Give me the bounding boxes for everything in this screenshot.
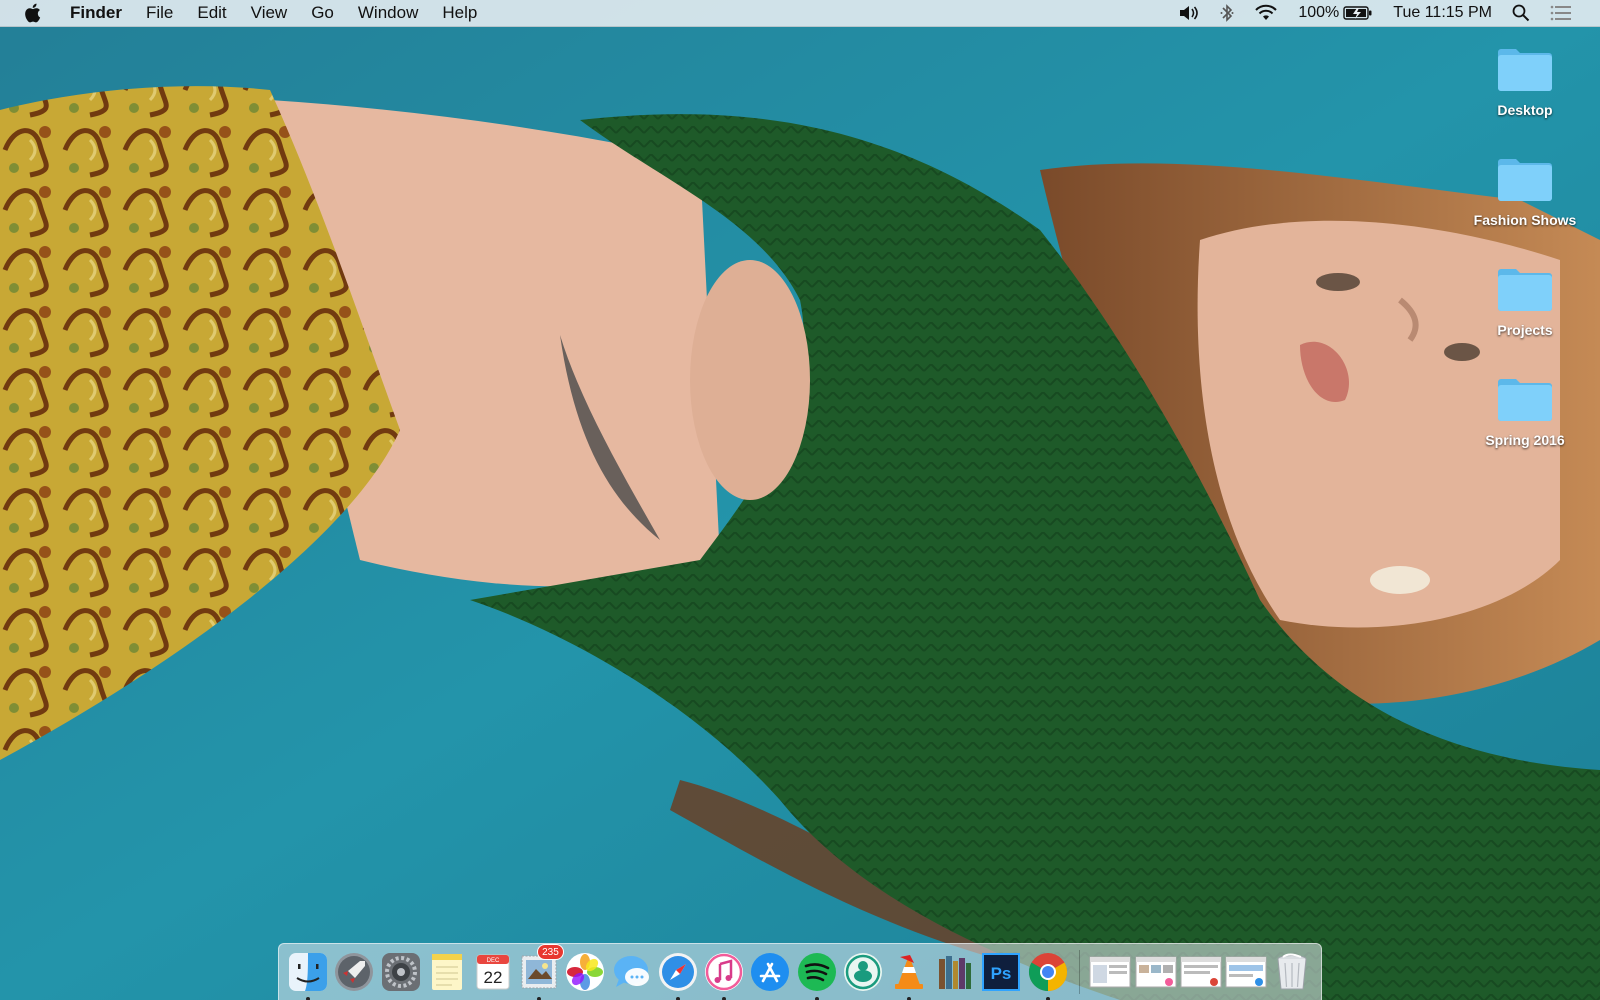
- menu-go[interactable]: Go: [299, 0, 346, 26]
- notes-icon: [431, 954, 462, 990]
- window-thumbnail-icon: [1089, 956, 1131, 988]
- clock[interactable]: Tue 11:15 PM: [1383, 0, 1502, 26]
- menu-window[interactable]: Window: [346, 0, 430, 26]
- gear-icon: [381, 953, 420, 991]
- folder-icon: [1498, 379, 1552, 421]
- menu-bar: Finder File Edit View Go Window Help 100…: [0, 0, 1600, 27]
- chrome-icon: [1028, 953, 1067, 992]
- dock-spotify[interactable]: [794, 949, 839, 1000]
- desktop-wallpaper: [0, 0, 1600, 1000]
- menu-bar-status: 100% Tue 11:15 PM: [1168, 0, 1600, 26]
- dock-app-store[interactable]: [748, 949, 793, 995]
- folder-icon: [1498, 269, 1552, 311]
- wifi-icon[interactable]: [1244, 0, 1288, 26]
- wallpaper-photo: [0, 0, 1600, 1000]
- folder-icon: [1498, 159, 1552, 201]
- window-thumbnail-icon: [1225, 956, 1267, 988]
- desktop-folder-projects[interactable]: Projects: [1460, 260, 1590, 370]
- dock-messages[interactable]: [609, 949, 654, 995]
- dock-chrome[interactable]: [1025, 949, 1070, 1000]
- finder-icon: [289, 953, 328, 991]
- minimized-window-3[interactable]: [1179, 950, 1222, 994]
- books-shelf-icon: [939, 956, 972, 989]
- bluetooth-icon[interactable]: [1210, 0, 1244, 26]
- dock-cyberduck[interactable]: [840, 949, 885, 995]
- menu-help[interactable]: Help: [430, 0, 489, 26]
- dock: DEC 22 235 Ps: [278, 943, 1322, 1000]
- photoshop-label: Ps: [991, 964, 1012, 983]
- calendar-month: DEC: [487, 958, 500, 964]
- apple-logo-icon[interactable]: [22, 2, 44, 24]
- notification-center-icon[interactable]: [1540, 0, 1582, 26]
- menu-edit[interactable]: Edit: [185, 0, 238, 26]
- spotlight-search-icon[interactable]: [1502, 0, 1540, 26]
- window-thumbnail-icon: [1180, 956, 1222, 988]
- folder-label: Desktop: [1497, 102, 1553, 118]
- cyberduck-icon: [843, 953, 882, 991]
- vlc-cone-icon: [894, 955, 923, 989]
- desktop-folder-spring-2016[interactable]: Spring 2016: [1460, 370, 1590, 480]
- photos-flower-icon: [566, 953, 605, 991]
- dock-mail[interactable]: 235: [517, 944, 564, 1000]
- dock-vlc[interactable]: [886, 949, 931, 1000]
- battery-charging-icon: [1343, 6, 1372, 20]
- photoshop-icon: Ps: [982, 953, 1021, 991]
- folder-icon: [1498, 49, 1552, 91]
- desktop-folder-desktop[interactable]: Desktop: [1460, 40, 1590, 150]
- folder-label: Spring 2016: [1485, 432, 1565, 448]
- menu-file[interactable]: File: [134, 0, 185, 26]
- menu-bar-left: Finder File Edit View Go Window Help: [0, 0, 489, 26]
- dock-notes[interactable]: [424, 949, 469, 995]
- minimized-window-4[interactable]: [1224, 950, 1267, 994]
- battery-percent: 100%: [1298, 4, 1340, 21]
- safari-compass-icon: [658, 953, 697, 991]
- menu-app-finder[interactable]: Finder: [70, 0, 134, 26]
- folder-label: Fashion Shows: [1473, 212, 1577, 228]
- dock-calendar[interactable]: DEC 22: [470, 949, 515, 995]
- itunes-note-icon: [705, 953, 744, 991]
- dock-safari[interactable]: [655, 949, 700, 1000]
- minimized-window-1[interactable]: [1089, 950, 1132, 994]
- calendar-day: 22: [484, 968, 503, 987]
- dock-system-preferences[interactable]: [378, 949, 423, 995]
- dock-launchpad[interactable]: [332, 949, 377, 995]
- mail-unread-badge: 235: [537, 944, 564, 960]
- spotify-icon: [797, 953, 836, 991]
- trash-icon: [1277, 953, 1307, 990]
- menu-view[interactable]: View: [239, 0, 300, 26]
- dock-trash[interactable]: [1269, 949, 1314, 995]
- folder-label: Projects: [1497, 322, 1553, 338]
- minimized-window-2[interactable]: [1134, 950, 1177, 994]
- window-thumbnail-icon: [1135, 956, 1177, 988]
- battery-status[interactable]: 100%: [1288, 0, 1383, 26]
- calendar-icon: DEC 22: [476, 954, 510, 990]
- dock-itunes[interactable]: [701, 949, 746, 1000]
- desktop-folder-fashion-shows[interactable]: Fashion Shows: [1460, 150, 1590, 260]
- dock-photos[interactable]: [563, 949, 608, 995]
- dock-separator: [1078, 950, 1080, 994]
- dock-finder[interactable]: [286, 949, 331, 1000]
- messages-bubble-icon: [613, 956, 649, 987]
- launchpad-rocket-icon: [335, 953, 374, 991]
- dock-ibooks[interactable]: [933, 949, 978, 995]
- volume-icon[interactable]: [1168, 0, 1210, 26]
- desktop-icons: Desktop Fashion Shows Projects Spring 20…: [1460, 40, 1590, 480]
- app-store-icon: [751, 953, 790, 991]
- dock-photoshop[interactable]: Ps: [979, 949, 1024, 995]
